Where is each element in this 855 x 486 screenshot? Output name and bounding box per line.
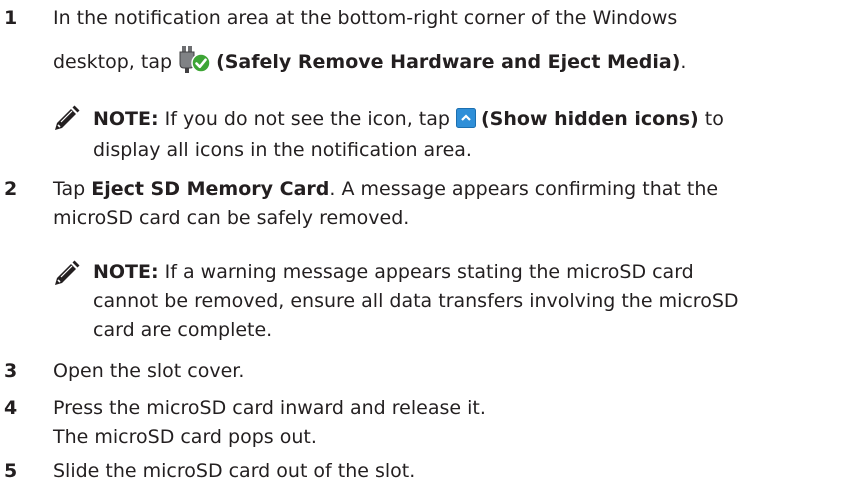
note-label: NOTE: — [93, 108, 159, 130]
step-text: microSD card can be safely removed. — [53, 207, 410, 229]
safely-remove-label: (Safely Remove Hardware and Eject Media) — [216, 51, 681, 73]
step-text: desktop, tap — [53, 51, 179, 73]
show-hidden-icons-icon — [456, 108, 476, 128]
step-text: The microSD card pops out. — [53, 426, 317, 448]
step-text: Press the microSD card inward and releas… — [53, 397, 486, 419]
step-text: Open the slot cover. — [53, 360, 245, 382]
step-text: In the notification area at the bottom-r… — [53, 7, 678, 29]
step-number: 5 — [4, 460, 18, 482]
show-hidden-icons-label: (Show hidden icons) — [481, 108, 699, 130]
step-text: Slide the microSD card out of the slot. — [53, 460, 416, 482]
eject-sd-label: Eject SD Memory Card — [91, 178, 330, 200]
step-number: 2 — [4, 178, 18, 200]
step-number: 4 — [4, 397, 18, 419]
note-pencil-icon — [55, 260, 80, 285]
safely-remove-hardware-icon — [179, 45, 211, 73]
step-number: 3 — [4, 360, 18, 382]
note-pencil-icon — [55, 105, 80, 130]
instructions-page: 1 In the notification area at the bottom… — [0, 0, 855, 486]
note-label: NOTE: — [93, 261, 159, 283]
step-number: 1 — [4, 7, 18, 29]
